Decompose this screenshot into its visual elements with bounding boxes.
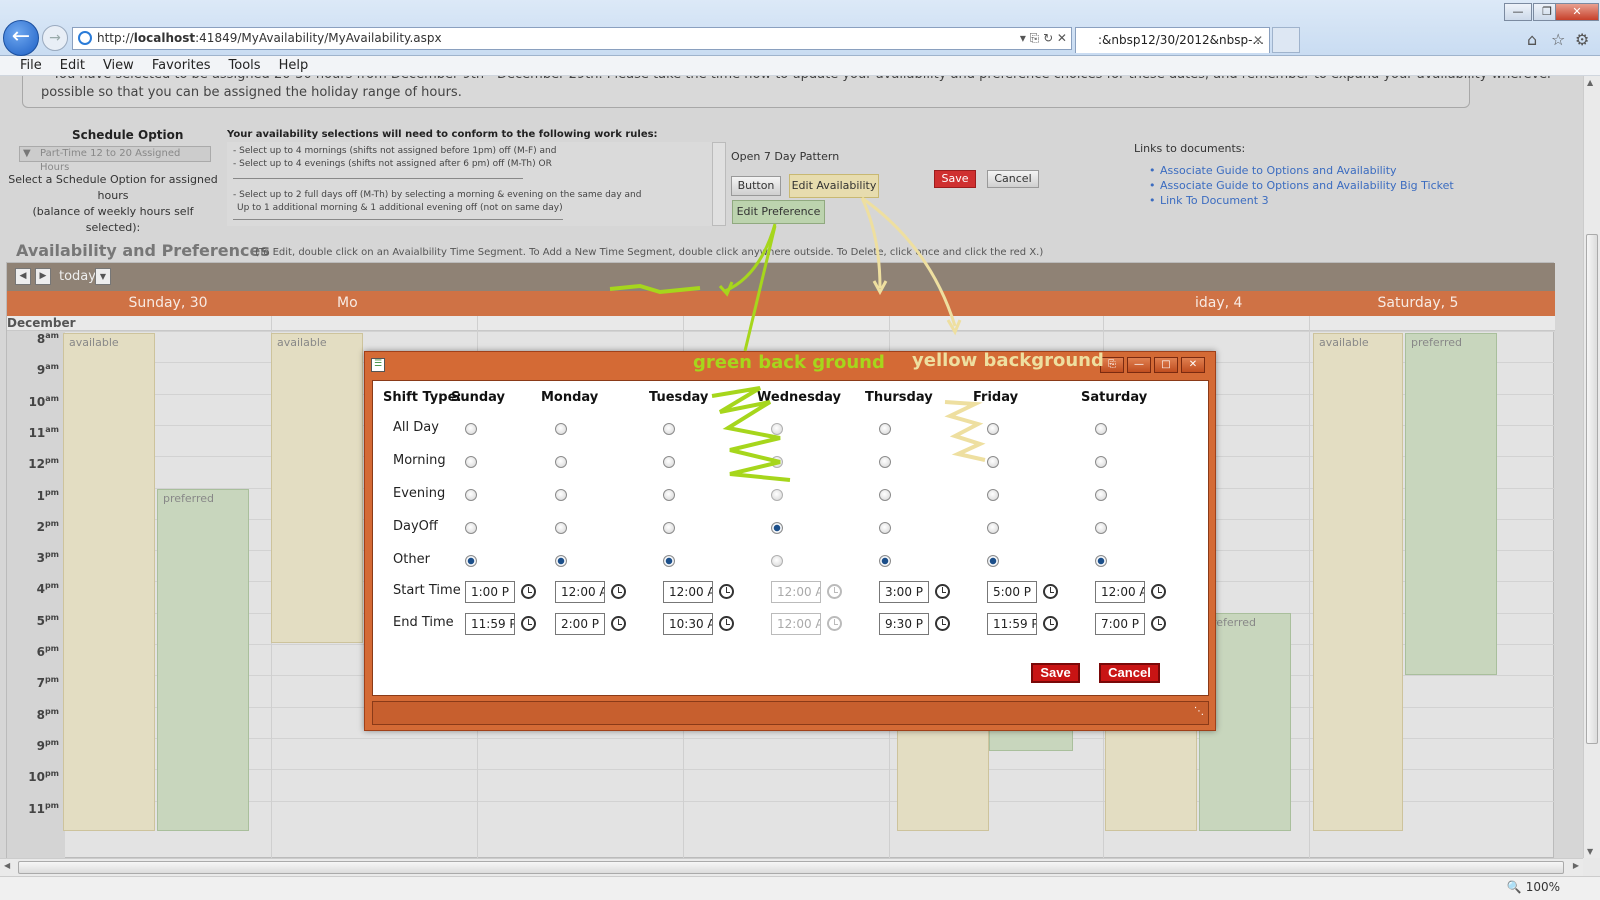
forward-button[interactable]: → [42,25,68,51]
vertical-scrollbar[interactable]: ▲ ▼ [1583,76,1600,858]
menu-bar: File Edit View Favorites Tools Help [0,56,1600,76]
zoom-level[interactable]: 🔍 100% [1507,880,1560,894]
ie-page-icon [78,31,92,45]
browser-tab[interactable]: :&nbsp12/30/2012&nbsp-... ✕ [1075,27,1270,53]
home-icon[interactable]: ⌂ [1527,30,1537,49]
url-path: :41849/MyAvailability/MyAvailability.asp… [195,31,442,45]
menu-edit[interactable]: Edit [51,56,94,76]
favorites-star-icon[interactable]: ☆ [1551,30,1565,49]
close-window-button[interactable]: ✕ [1555,3,1599,21]
address-controls-icon[interactable]: ▾ ⎘ ↻ ✕ [1020,28,1067,49]
browser-chrome: ← → http://localhost:41849/MyAvailabilit… [0,0,1600,56]
url-host: localhost [133,31,196,45]
tab-close-icon[interactable]: ✕ [1253,28,1263,52]
annotation-scribbles [609,196,986,482]
vertical-scroll-thumb[interactable] [1586,234,1598,744]
annotation-yellow-background: yellow background [912,350,1104,371]
scroll-down-icon[interactable]: ▼ [1587,847,1593,856]
back-button[interactable]: ← [3,20,39,56]
menu-help[interactable]: Help [270,56,318,76]
minimize-window-button[interactable]: — [1504,3,1532,21]
scroll-right-icon[interactable]: ▶ [1573,861,1579,870]
page-content: • You have selected to be assigned 20-30… [0,76,1583,858]
annotation-green-background: green back ground [693,352,885,373]
horizontal-scrollbar[interactable]: ◀ ▶ [0,858,1583,876]
gear-icon[interactable]: ⚙ [1575,30,1589,49]
menu-tools[interactable]: Tools [220,56,270,76]
menu-favorites[interactable]: Favorites [143,56,220,76]
horizontal-scroll-thumb[interactable] [18,861,1564,874]
status-bar: 🔍 100% [0,876,1600,900]
menu-view[interactable]: View [94,56,143,76]
address-bar[interactable]: http://localhost:41849/MyAvailability/My… [72,27,1072,50]
zoom-value: 100% [1525,880,1560,894]
new-tab-button[interactable] [1272,27,1300,53]
tab-title: :&nbsp12/30/2012&nbsp-... [1098,33,1264,47]
menu-file[interactable]: File [0,56,51,76]
scroll-up-icon[interactable]: ▲ [1587,78,1593,87]
zoom-icon: 🔍 [1506,880,1522,894]
scroll-left-icon[interactable]: ◀ [4,861,10,870]
